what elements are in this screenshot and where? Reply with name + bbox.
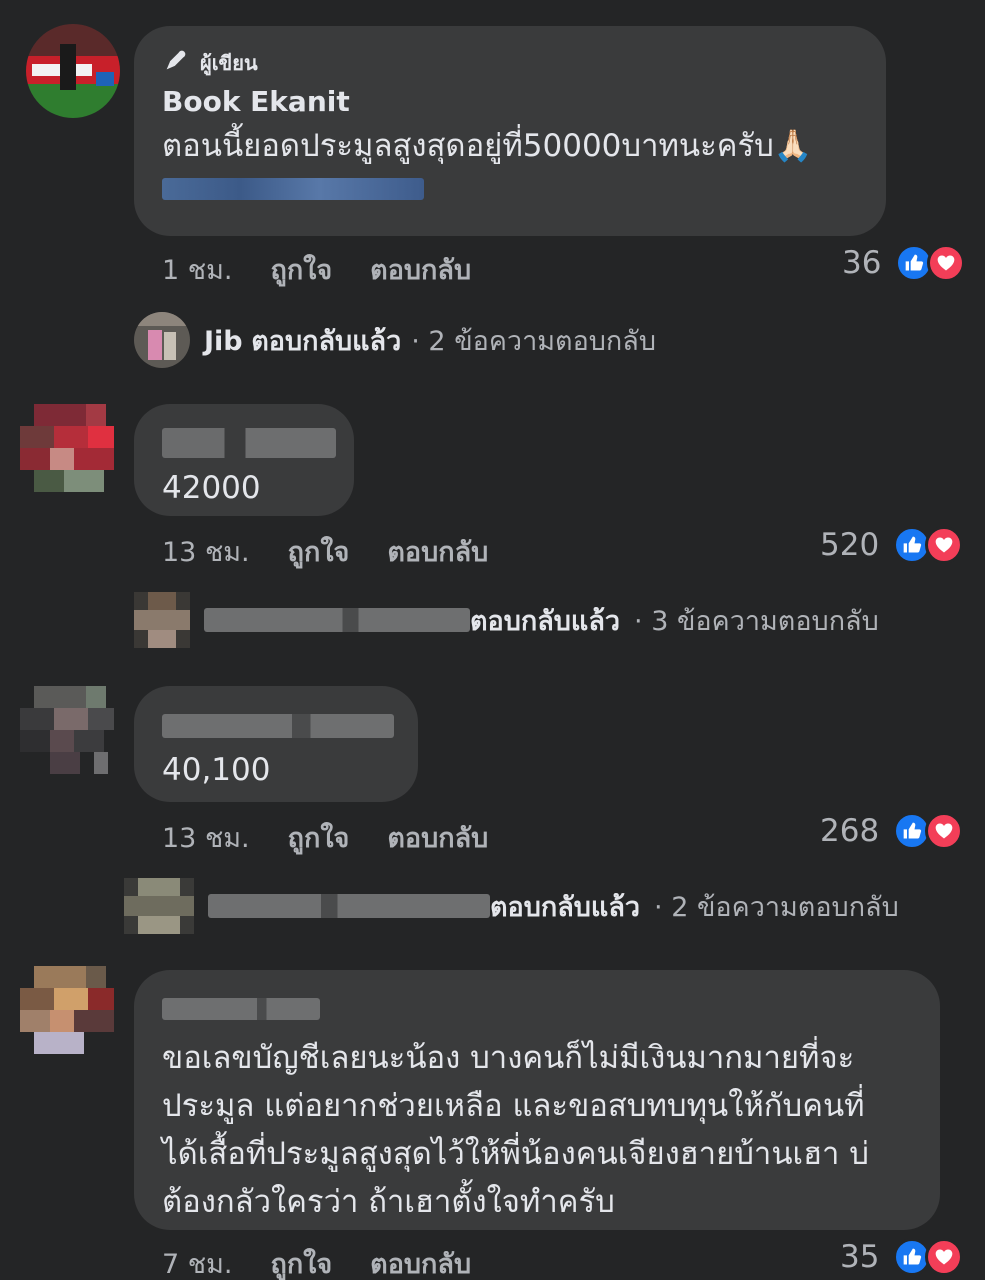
comment-text-line: ประมูล แต่อยากช่วยเหลือ และขอสบทบทุนให้ก… <box>162 1088 865 1124</box>
reaction-summary[interactable]: 520 <box>820 526 964 564</box>
reaction-count: 35 <box>840 1239 880 1275</box>
comment-bubble: 40,100 <box>134 686 418 802</box>
reply-summary-row[interactable]: Jib ตอบกลับแล้ว · 2 ข้อความตอบกลับ <box>134 312 656 368</box>
like-button[interactable]: ถูกใจ <box>270 1242 332 1280</box>
reply-summary-row[interactable]: ตอบกลับแล้ว · 3 ข้อความตอบกลับ <box>134 592 879 648</box>
comment-text-line: ได้เสื้อที่ประมูลสูงสุดไว้ให้พี่น้องคนเจ… <box>162 1136 869 1172</box>
like-button[interactable]: ถูกใจ <box>288 530 350 573</box>
reply-button[interactable]: ตอบกลับ <box>370 248 471 291</box>
reply-author-name: Jib <box>204 325 243 357</box>
author-badge-label: ผู้เขียน <box>200 50 258 75</box>
blurred-link <box>162 178 424 200</box>
avatar-book-ekanit[interactable] <box>26 24 120 118</box>
reaction-count: 520 <box>820 527 880 563</box>
reply-count-text: · 2 ข้อความตอบกลับ <box>411 325 656 357</box>
like-button[interactable]: ถูกใจ <box>288 816 350 859</box>
comment-text-line: ต้องกลัวใครว่า ถ้าเฮาตั้งใจทำครับ <box>162 1184 615 1220</box>
comment-actions: 13 ชม. ถูกใจ ตอบกลับ <box>162 816 488 859</box>
avatar-blurred[interactable] <box>20 404 114 498</box>
love-icon <box>927 244 966 282</box>
reaction-summary[interactable]: 36 <box>842 244 966 282</box>
comment-author-name[interactable]: Book Ekanit <box>162 85 858 118</box>
blurred-author-name <box>162 998 320 1020</box>
like-button[interactable]: ถูกใจ <box>270 248 332 291</box>
reaction-count: 36 <box>842 245 882 281</box>
reply-count-text: · 3 ข้อความตอบกลับ <box>634 605 879 637</box>
comment-text-line: ขอเลขบัญชีเลยนะน้อง บางคนก็ไม่มีเงินมากม… <box>162 1040 855 1076</box>
blurred-reply-author <box>204 608 470 632</box>
blurred-author-name <box>162 714 394 738</box>
profile-photo <box>26 24 120 118</box>
reply-button[interactable]: ตอบกลับ <box>387 816 488 859</box>
avatar-blurred[interactable] <box>20 966 114 1060</box>
love-icon <box>925 1238 964 1276</box>
love-icon <box>925 812 964 850</box>
comment-text: 40,100 <box>162 752 271 788</box>
love-icon <box>925 526 964 564</box>
reply-count-text: · 2 ข้อความตอบกลับ <box>654 891 899 923</box>
reply-avatar-blurred <box>124 878 194 934</box>
reply-button[interactable]: ตอบกลับ <box>370 1242 471 1280</box>
comment-text: ตอนนี้ยอดประมูลสูงสุดอยู่ที่50000บาทนะคร… <box>162 128 813 164</box>
comment-time[interactable]: 7 ชม. <box>162 1242 232 1280</box>
comment-actions: 1 ชม. ถูกใจ ตอบกลับ <box>162 248 471 291</box>
reply-button[interactable]: ตอบกลับ <box>387 530 488 573</box>
replied-label: ตอบกลับแล้ว <box>470 605 621 637</box>
replied-label: ตอบกลับแล้ว <box>251 325 402 357</box>
replied-label: ตอบกลับแล้ว <box>490 891 641 923</box>
reply-avatar-blurred <box>134 592 190 648</box>
blurred-reply-author <box>208 894 490 918</box>
comment-time[interactable]: 13 ชม. <box>162 816 250 859</box>
avatar-blurred[interactable] <box>20 686 114 780</box>
comment-time[interactable]: 13 ชม. <box>162 530 250 573</box>
comment-text: 42000 <box>162 470 261 506</box>
reaction-summary[interactable]: 35 <box>840 1238 964 1276</box>
reaction-count: 268 <box>820 813 880 849</box>
comment-actions: 13 ชม. ถูกใจ ตอบกลับ <box>162 530 488 573</box>
blurred-author-name <box>162 428 336 458</box>
comment-bubble: 42000 <box>134 404 354 516</box>
comment-actions: 7 ชม. ถูกใจ ตอบกลับ <box>162 1242 471 1280</box>
pen-icon <box>162 46 190 79</box>
comment-bubble-author: ผู้เขียน Book Ekanit ตอนนี้ยอดประมูลสูงส… <box>134 26 886 236</box>
comment-bubble: ขอเลขบัญชีเลยนะน้อง บางคนก็ไม่มีเงินมากม… <box>134 970 940 1230</box>
comment-time[interactable]: 1 ชม. <box>162 248 232 291</box>
reply-summary-row[interactable]: ตอบกลับแล้ว · 2 ข้อความตอบกลับ <box>124 878 899 934</box>
author-badge: ผู้เขียน <box>162 46 858 79</box>
reaction-summary[interactable]: 268 <box>820 812 964 850</box>
reply-avatar-jib <box>134 312 190 368</box>
